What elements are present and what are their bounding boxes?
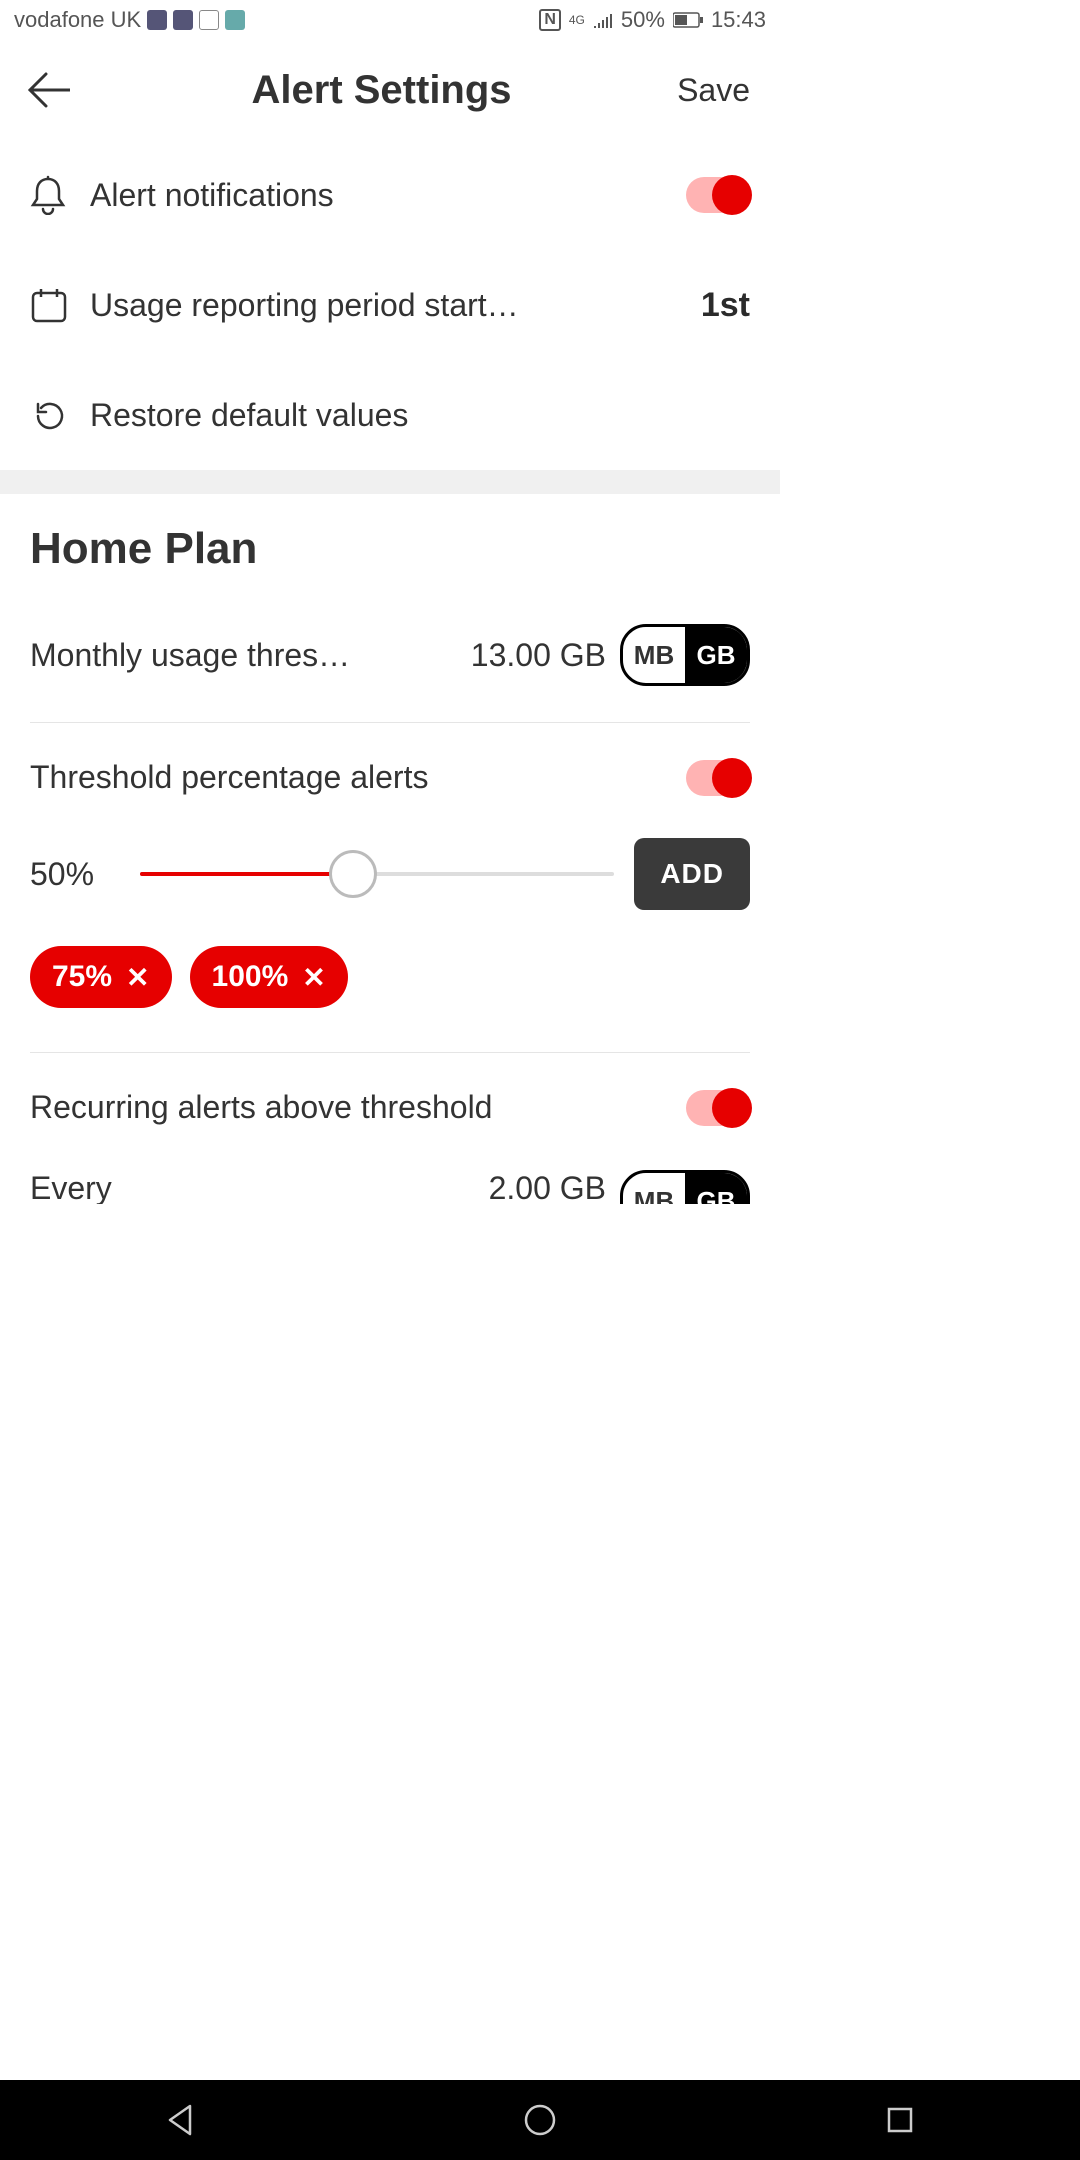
- unit-gb-option[interactable]: GB: [685, 627, 747, 683]
- every-value: 2.00 GB: [489, 1170, 606, 1204]
- restore-icon: [30, 396, 90, 434]
- signal-icon: [593, 12, 613, 28]
- every-unit-toggle[interactable]: MB GB: [620, 1170, 750, 1204]
- close-icon[interactable]: ✕: [126, 961, 149, 994]
- recurring-alerts-label: Recurring alerts above threshold: [30, 1089, 686, 1126]
- every-label: Every: [30, 1170, 489, 1204]
- save-button[interactable]: Save: [677, 72, 750, 109]
- usage-period-row[interactable]: Usage reporting period start… 1st: [0, 250, 780, 360]
- notification-icon: [225, 10, 245, 30]
- close-icon[interactable]: ✕: [302, 961, 325, 994]
- app-header: Alert Settings Save: [0, 40, 780, 140]
- restore-defaults-row[interactable]: Restore default values: [0, 360, 780, 470]
- bell-icon: [30, 175, 90, 215]
- back-button[interactable]: [26, 72, 86, 108]
- monthly-threshold-label: Monthly usage thres…: [30, 637, 471, 674]
- carrier-label: vodafone UK: [14, 7, 141, 33]
- chip-label: 75%: [52, 960, 112, 994]
- nav-home-button[interactable]: [520, 2100, 560, 2140]
- status-bar: vodafone UK N 4G 50% 15:43: [0, 0, 780, 40]
- network-indicator: 4G: [569, 13, 585, 27]
- monthly-unit-toggle[interactable]: MB GB: [620, 624, 750, 686]
- nav-back-button[interactable]: [160, 2100, 200, 2140]
- home-plan-title: Home Plan: [30, 524, 750, 574]
- nav-recent-button[interactable]: [880, 2100, 920, 2140]
- chip-label: 100%: [212, 960, 289, 994]
- alert-notifications-toggle[interactable]: [686, 177, 750, 213]
- home-plan-section: Home Plan Monthly usage thres… 13.00 GB …: [0, 494, 780, 1204]
- general-section: Alert notifications Usage reporting peri…: [0, 140, 780, 470]
- clock: 15:43: [711, 7, 766, 33]
- recurring-alerts-toggle[interactable]: [686, 1090, 750, 1126]
- nfc-icon: N: [539, 9, 561, 31]
- usage-period-value: 1st: [701, 286, 750, 325]
- threshold-slider-row: 50% ADD: [30, 818, 750, 930]
- outlook-icon: [147, 10, 167, 30]
- threshold-chips: 75% ✕ 100% ✕: [30, 930, 750, 1038]
- threshold-alerts-label: Threshold percentage alerts: [30, 759, 686, 796]
- monthly-threshold-value: 13.00 GB: [471, 637, 606, 674]
- recurring-alerts-row: Recurring alerts above threshold: [30, 1067, 750, 1148]
- divider: [30, 722, 750, 723]
- battery-icon: [673, 12, 703, 28]
- alert-notifications-row[interactable]: Alert notifications: [0, 140, 780, 250]
- divider: [30, 1052, 750, 1053]
- alert-notifications-label: Alert notifications: [90, 177, 686, 214]
- unit-gb-option[interactable]: GB: [685, 1173, 747, 1204]
- restore-defaults-label: Restore default values: [90, 397, 750, 434]
- monthly-threshold-row[interactable]: Monthly usage thres… 13.00 GB MB GB: [30, 602, 750, 708]
- usage-period-label: Usage reporting period start…: [90, 287, 701, 324]
- threshold-alerts-row: Threshold percentage alerts: [30, 737, 750, 818]
- unit-mb-option[interactable]: MB: [623, 1173, 685, 1204]
- threshold-slider[interactable]: [140, 850, 614, 898]
- slider-thumb[interactable]: [329, 850, 377, 898]
- threshold-alerts-toggle[interactable]: [686, 760, 750, 796]
- threshold-chip-75[interactable]: 75% ✕: [30, 946, 172, 1008]
- page-title: Alert Settings: [86, 68, 677, 113]
- upload-icon: [199, 10, 219, 30]
- recurring-every-row[interactable]: Every 2.00 GB MB GB: [30, 1148, 750, 1204]
- unit-mb-option[interactable]: MB: [623, 627, 685, 683]
- android-nav-bar: [0, 2080, 1080, 2160]
- section-divider: [0, 470, 780, 494]
- add-button[interactable]: ADD: [634, 838, 750, 910]
- calendar-icon: [30, 286, 90, 324]
- threshold-chip-100[interactable]: 100% ✕: [190, 946, 348, 1008]
- slider-value: 50%: [30, 856, 120, 893]
- battery-pct: 50%: [621, 7, 665, 33]
- app-icon: [173, 10, 193, 30]
